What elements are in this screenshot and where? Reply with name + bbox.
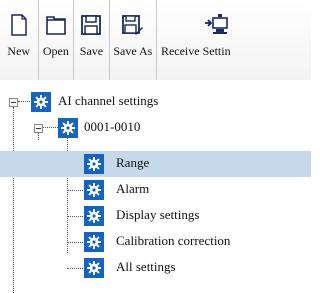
save-as-button-label: Save As	[113, 44, 153, 58]
collapse-toggle-icon[interactable]	[9, 98, 18, 107]
tree-node-label: AI channel settings	[58, 93, 159, 108]
open-button-label: Open	[42, 44, 69, 58]
receive-settings-button-label: Receive Settin	[160, 44, 231, 58]
tree-node-ai-channel-settings[interactable]: AI channel settings	[0, 89, 311, 115]
tree-item-calibration-correction[interactable]: Calibration correction	[0, 229, 311, 255]
open-folder-icon	[46, 14, 66, 36]
tree-item-range[interactable]: Range	[0, 151, 311, 177]
tree-node-0001-0010[interactable]: 0001-0010	[0, 115, 311, 141]
new-document-icon	[11, 14, 27, 36]
receive-settings-button[interactable]: Receive Settin	[157, 0, 311, 80]
tree-item-label: Range	[116, 155, 150, 170]
settings-window: New Open Save Save As Receive Settin AI …	[0, 0, 311, 293]
collapse-toggle-icon[interactable]	[34, 124, 43, 133]
receive-settings-icon	[161, 14, 230, 36]
new-button-label: New	[7, 44, 31, 58]
gear-icon	[84, 232, 104, 252]
new-button[interactable]: New	[0, 0, 39, 80]
gear-icon	[84, 206, 104, 226]
tree-item-display-settings[interactable]: Display settings	[0, 203, 311, 229]
gear-icon	[84, 180, 104, 200]
gear-icon	[84, 258, 104, 278]
gear-icon	[84, 154, 104, 174]
tree-node-label: 0001-0010	[84, 119, 141, 134]
tree-item-label: Calibration correction	[116, 233, 231, 248]
save-as-disk-icon	[121, 14, 144, 36]
save-button[interactable]: Save	[74, 0, 110, 80]
save-button-label: Save	[79, 44, 104, 58]
tree-item-alarm[interactable]: Alarm	[0, 177, 311, 203]
tree-item-label: Display settings	[116, 207, 200, 222]
tree-item-label: All settings	[116, 259, 176, 274]
toolbar: New Open Save Save As Receive Settin	[0, 0, 311, 81]
tree-item-all-settings[interactable]: All settings	[0, 255, 311, 281]
gear-icon	[58, 118, 78, 138]
tree-item-label: Alarm	[116, 181, 150, 196]
open-button[interactable]: Open	[39, 0, 75, 80]
save-as-button[interactable]: Save As	[110, 0, 157, 80]
gear-icon	[31, 92, 51, 112]
settings-tree: AI channel settings 0001-0010 Range Alar…	[0, 80, 311, 293]
save-disk-icon	[81, 14, 102, 36]
